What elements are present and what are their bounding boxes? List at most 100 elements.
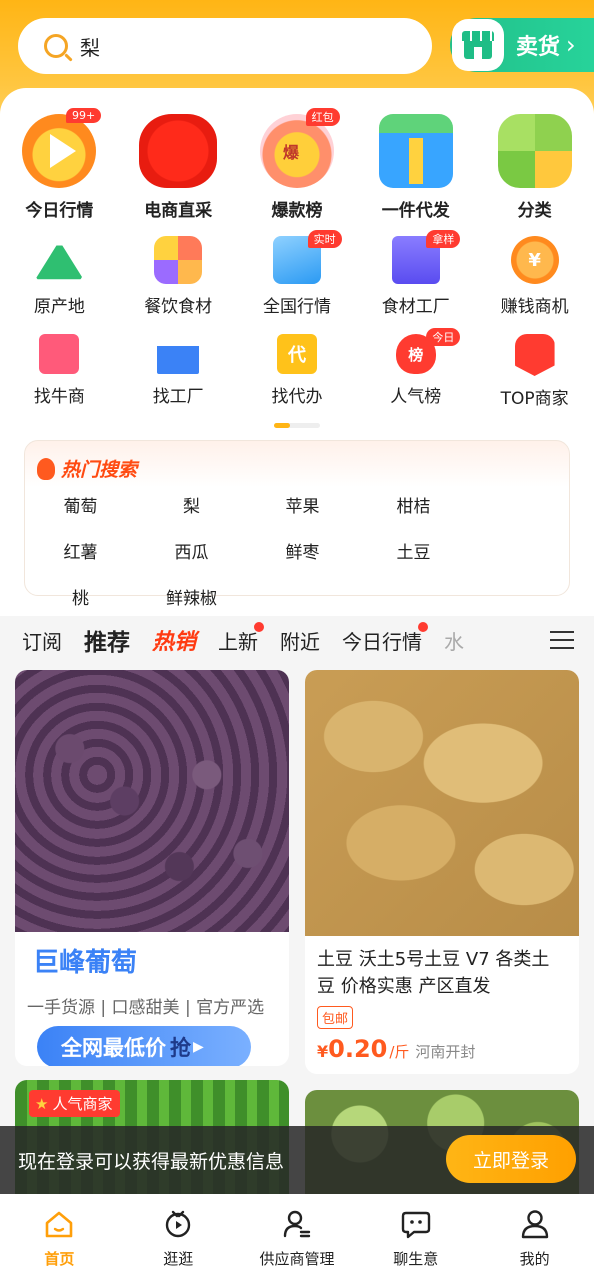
nav-label: 聊生意 bbox=[393, 1250, 439, 1268]
new-dot bbox=[254, 621, 265, 632]
chat-icon bbox=[400, 1208, 432, 1240]
home-icon bbox=[43, 1208, 75, 1240]
nav-label: 首页 bbox=[44, 1250, 75, 1268]
product-card-grapes[interactable]: 巨峰葡萄 一手货源 | 口感甜美 | 官方严选 全网最低价 抢 ▶ bbox=[15, 670, 289, 1066]
popular-tag-label: 人气商家 bbox=[52, 1095, 113, 1113]
food-icon bbox=[154, 236, 203, 284]
entry-label: 找工厂 bbox=[152, 387, 204, 407]
entry-ecommerce-direct[interactable]: 电商直采 bbox=[119, 114, 238, 221]
factory-icon bbox=[157, 334, 200, 374]
tab-today-market[interactable]: 今日行情 bbox=[342, 621, 429, 655]
price-row: ¥ 0.20 /斤 河南开封 bbox=[305, 1029, 579, 1063]
entry-origin[interactable]: 原产地 bbox=[0, 236, 119, 317]
nav-supplier-management[interactable]: 供应商管理 bbox=[238, 1194, 357, 1280]
hot-search-item[interactable]: 西瓜 bbox=[136, 539, 247, 585]
entry-label: 原产地 bbox=[33, 297, 85, 317]
entry-find-factory[interactable]: 找工厂 bbox=[119, 334, 238, 409]
search-input[interactable]: 梨 bbox=[18, 18, 432, 74]
quick-entry-row: 99+ 今日行情 电商直采 爆 红包 爆款榜 一件代发 分类 bbox=[0, 108, 594, 221]
hot-search-item[interactable]: 葡萄 bbox=[25, 493, 136, 539]
product-title: 土豆 沃土5号土豆 V7 各类土豆 价格实惠 产区直发 bbox=[317, 949, 550, 997]
hot-search-item[interactable]: 柑桔 bbox=[358, 493, 469, 539]
tab-water[interactable]: 水 bbox=[444, 626, 464, 655]
box-icon bbox=[378, 114, 453, 188]
search-query: 梨 bbox=[80, 35, 100, 60]
menu-icon[interactable] bbox=[530, 616, 594, 664]
category-icon bbox=[497, 114, 572, 188]
entry-label: TOP商家 bbox=[500, 389, 569, 409]
bottom-nav: 首页 逛逛 供应商管理 聊生意 我的 bbox=[0, 1194, 594, 1280]
entry-label: 找牛商 bbox=[33, 387, 85, 407]
entry-today-market[interactable]: 99+ 今日行情 bbox=[0, 108, 119, 221]
lowest-price-label: 全网最低价 bbox=[61, 1036, 166, 1060]
entry-food-factory[interactable]: 拿样 食材工厂 bbox=[356, 230, 475, 317]
new-dot bbox=[418, 621, 429, 632]
tab-recommend[interactable]: 推荐 bbox=[84, 623, 130, 657]
user-icon bbox=[519, 1208, 551, 1240]
mid-entry-row: 原产地 餐饮食材 实时 全国行情 拿样 食材工厂 ¥ 赚钱商机 bbox=[0, 230, 594, 317]
entry-category[interactable]: 分类 bbox=[475, 114, 594, 221]
hot-search-item[interactable]: 梨 bbox=[136, 493, 247, 539]
supplier-icon bbox=[281, 1208, 313, 1240]
entry-label: 电商直采 bbox=[144, 201, 213, 221]
product-card-potato[interactable]: 土豆 沃土5号土豆 V7 各类土豆 价格实惠 产区直发 包邮 ¥ 0.20 /斤… bbox=[305, 670, 579, 1074]
entry-food-ingredients[interactable]: 餐饮食材 bbox=[119, 236, 238, 317]
entry-hot-list[interactable]: 爆 红包 爆款榜 bbox=[238, 108, 357, 221]
tab-new[interactable]: 上新 bbox=[218, 621, 265, 655]
cow-icon bbox=[39, 334, 80, 374]
entry-find-cattle[interactable]: 找牛商 bbox=[0, 334, 119, 409]
entry-popularity-rank[interactable]: 榜 今日 人气榜 bbox=[356, 328, 475, 409]
nav-label: 供应商管理 bbox=[259, 1250, 335, 1268]
login-prompt: 现在登录可以获得最新优惠信息 bbox=[18, 1150, 285, 1173]
entry-national-market[interactable]: 实时 全国行情 bbox=[238, 230, 357, 317]
tab-subscribe[interactable]: 订阅 bbox=[22, 626, 62, 655]
hot-search-title: 热门搜索 bbox=[61, 459, 138, 481]
entry-label: 赚钱商机 bbox=[500, 297, 569, 317]
login-banner: 现在登录可以获得最新优惠信息 立即登录 bbox=[0, 1126, 594, 1194]
badge-realtime: 实时 bbox=[307, 230, 342, 248]
shop-icon bbox=[452, 19, 504, 71]
entry-label: 食材工厂 bbox=[381, 297, 450, 317]
crown-icon bbox=[514, 334, 555, 376]
coin-icon: ¥ bbox=[510, 236, 559, 284]
agent-icon: 代 bbox=[276, 334, 317, 374]
hot-search-card: 热门搜索 葡萄 梨 苹果 柑桔 红薯 西瓜 鲜枣 土豆 桃 鲜辣椒 bbox=[24, 440, 570, 609]
feed-tabs: 订阅 推荐 热销 上新 附近 今日行情 水 bbox=[0, 616, 594, 664]
badge-today: 今日 bbox=[426, 328, 461, 346]
entry-label: 餐饮食材 bbox=[144, 297, 213, 317]
entry-top-merchants[interactable]: TOP商家 bbox=[475, 334, 594, 409]
product-image bbox=[15, 670, 289, 932]
hot-search-item[interactable]: 土豆 bbox=[358, 539, 469, 585]
sell-button[interactable]: 卖货 › bbox=[450, 18, 594, 72]
nav-chat[interactable]: 聊生意 bbox=[356, 1194, 475, 1280]
nav-label: 逛逛 bbox=[163, 1250, 194, 1268]
nav-browse[interactable]: 逛逛 bbox=[119, 1194, 238, 1280]
entry-business-opportunity[interactable]: ¥ 赚钱商机 bbox=[475, 236, 594, 317]
nav-home[interactable]: 首页 bbox=[0, 1194, 119, 1280]
entry-label: 爆款榜 bbox=[271, 201, 323, 221]
hot-search-item[interactable]: 苹果 bbox=[247, 493, 358, 539]
fire-icon bbox=[37, 457, 55, 480]
tab-nearby[interactable]: 附近 bbox=[280, 626, 320, 655]
entry-find-agent[interactable]: 代 找代办 bbox=[238, 334, 357, 409]
free-shipping-tag: 包邮 bbox=[317, 1006, 354, 1029]
tab-hot-sale[interactable]: 热销 bbox=[152, 624, 196, 656]
entry-dropship[interactable]: 一件代发 bbox=[356, 114, 475, 221]
price-value: 0.20 bbox=[328, 1035, 388, 1063]
star-icon: ★ bbox=[35, 1094, 49, 1113]
lowest-price-button[interactable]: 全网最低价 抢 ▶ bbox=[37, 1026, 251, 1066]
hot-search-item[interactable]: 红薯 bbox=[25, 539, 136, 585]
main-card: 99+ 今日行情 电商直采 爆 红包 爆款榜 一件代发 分类 原产地 餐饮食材 … bbox=[0, 88, 594, 616]
entry-label: 一件代发 bbox=[381, 201, 450, 221]
hot-search-item[interactable]: 鲜枣 bbox=[247, 539, 358, 585]
grab-label: 抢 bbox=[170, 1036, 191, 1060]
entry-label: 找代办 bbox=[271, 387, 323, 407]
nav-mine[interactable]: 我的 bbox=[475, 1194, 594, 1280]
search-icon bbox=[44, 34, 68, 58]
login-button[interactable]: 立即登录 bbox=[446, 1135, 576, 1183]
play-icon bbox=[22, 114, 97, 188]
entry-label: 全国行情 bbox=[262, 297, 331, 317]
nav-label: 我的 bbox=[519, 1250, 550, 1268]
badge-seal-icon bbox=[139, 114, 218, 188]
badge-red-packet: 红包 bbox=[305, 108, 340, 126]
